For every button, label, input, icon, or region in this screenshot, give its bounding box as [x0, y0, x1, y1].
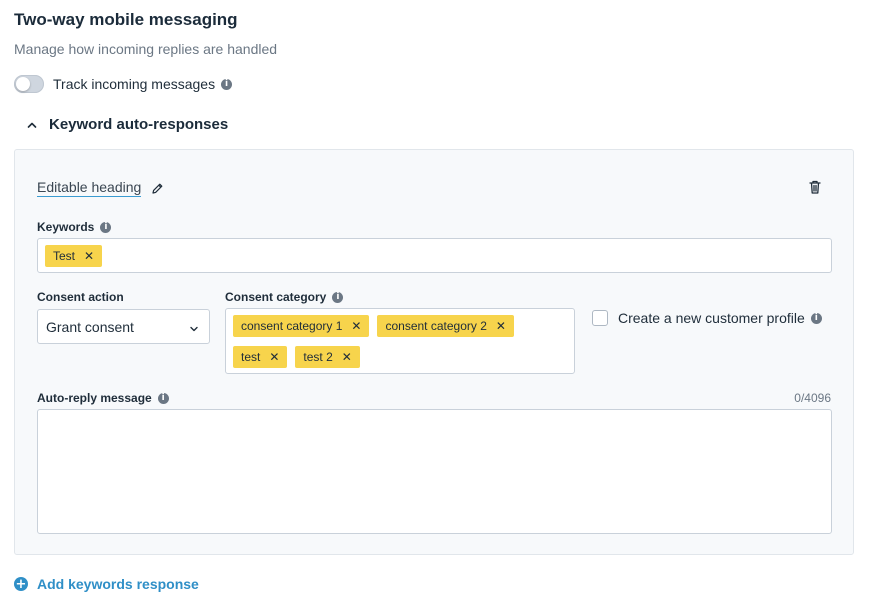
tag-label: test — [241, 350, 261, 364]
close-icon[interactable]: ✕ — [496, 319, 506, 333]
info-icon[interactable]: i — [810, 312, 822, 324]
consent-category-tag: consent category 1 ✕ — [233, 315, 370, 337]
chevron-down-icon — [189, 321, 199, 332]
section-title: Keyword auto-responses — [49, 116, 229, 133]
keywords-label: Keywords — [37, 220, 95, 234]
consent-category-label-row: Consent category i — [225, 290, 344, 304]
add-keywords-response-label: Add keywords response — [37, 576, 199, 592]
tag-label: consent category 1 — [241, 319, 343, 333]
create-profile-row: Create a new customer profile i — [592, 310, 822, 326]
close-icon[interactable]: ✕ — [84, 249, 94, 263]
add-keywords-response-button[interactable]: + Add keywords response — [14, 576, 199, 592]
consent-category-tag: test ✕ — [233, 346, 288, 368]
keyword-tag: Test ✕ — [45, 245, 103, 267]
auto-reply-label-row: Auto-reply message i — [37, 391, 169, 405]
trash-icon[interactable] — [807, 179, 823, 195]
auto-reply-label: Auto-reply message — [37, 391, 152, 405]
keyword-response-card: Editable heading Keywords i Test ✕ Conse… — [14, 149, 854, 555]
tag-row: consent category 1 ✕ consent category 2 … — [233, 315, 522, 337]
chevron-up-icon[interactable] — [24, 117, 40, 133]
consent-category-input[interactable]: consent category 1 ✕ consent category 2 … — [225, 308, 575, 374]
tag-label: Test — [53, 249, 76, 263]
track-incoming-toggle[interactable] — [14, 75, 44, 93]
tag-label: test 2 — [303, 350, 333, 364]
consent-action-label: Consent action — [37, 290, 124, 304]
track-incoming-label: Track incoming messages — [53, 76, 216, 92]
track-incoming-row: Track incoming messages i — [14, 75, 233, 93]
page-title: Two-way mobile messaging — [14, 10, 238, 29]
keyword-section-header[interactable]: Keyword auto-responses — [24, 116, 228, 133]
create-profile-label: Create a new customer profile — [618, 310, 805, 326]
tag-label: consent category 2 — [385, 319, 487, 333]
close-icon[interactable]: ✕ — [269, 350, 279, 364]
character-counter: 0/4096 — [794, 391, 831, 405]
info-icon[interactable]: i — [157, 392, 169, 404]
close-icon[interactable]: ✕ — [351, 319, 361, 333]
info-icon[interactable]: i — [332, 291, 344, 303]
create-profile-checkbox[interactable] — [592, 310, 608, 326]
page-subtitle: Manage how incoming replies are handled — [14, 41, 278, 57]
heading-row: Editable heading — [37, 179, 164, 197]
auto-reply-textarea[interactable] — [37, 409, 832, 534]
close-icon[interactable]: ✕ — [342, 350, 352, 364]
keywords-input[interactable]: Test ✕ — [37, 238, 832, 273]
info-icon[interactable]: i — [221, 78, 233, 90]
toggle-knob — [16, 77, 30, 91]
consent-action-select[interactable]: Grant consent — [37, 309, 210, 344]
consent-category-tag: test 2 ✕ — [295, 346, 360, 368]
pencil-icon[interactable] — [151, 182, 164, 195]
tag-row: test ✕ test 2 ✕ — [233, 346, 368, 368]
consent-category-label: Consent category — [225, 290, 327, 304]
consent-action-value: Grant consent — [46, 319, 134, 335]
consent-action-label-row: Consent action — [37, 290, 124, 304]
keywords-label-row: Keywords i — [37, 220, 112, 234]
info-icon[interactable]: i — [100, 221, 112, 233]
consent-category-tag: consent category 2 ✕ — [377, 315, 514, 337]
editable-heading[interactable]: Editable heading — [37, 179, 142, 197]
plus-icon: + — [14, 576, 28, 592]
